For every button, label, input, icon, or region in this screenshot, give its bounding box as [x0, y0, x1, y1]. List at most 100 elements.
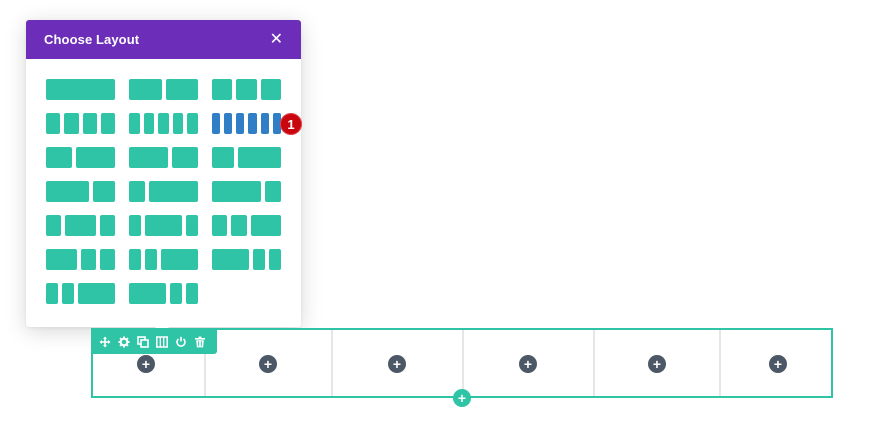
layout-column-block — [165, 79, 198, 100]
add-module-button[interactable]: + — [769, 355, 787, 373]
layout-column-block — [76, 147, 115, 168]
close-icon[interactable]: ✕ — [270, 31, 283, 48]
layout-option-layout-1-5-3-5-1-5[interactable] — [129, 215, 198, 236]
layout-column-block — [264, 181, 281, 202]
layout-column-block — [46, 147, 72, 168]
layout-column-block — [212, 79, 233, 100]
layout-column-block — [99, 215, 115, 236]
trash-icon[interactable] — [194, 336, 206, 348]
row-column[interactable]: + — [333, 330, 464, 396]
add-module-button[interactable]: + — [388, 355, 406, 373]
layout-column-block — [145, 215, 182, 236]
add-row-button[interactable]: + — [453, 389, 471, 407]
layout-option-layout-1-2-1-6-1-6[interactable] — [129, 283, 198, 304]
layout-column-block — [185, 283, 198, 304]
layout-column-block — [161, 249, 198, 270]
layout-option-layout-2-5-3-5[interactable] — [46, 147, 115, 168]
modal-header: Choose Layout ✕ — [26, 20, 301, 59]
row-column[interactable]: + — [595, 330, 721, 396]
layout-column-block — [64, 113, 79, 134]
layout-column-block — [65, 215, 96, 236]
layout-column-block — [212, 215, 228, 236]
add-module-button[interactable]: + — [648, 355, 666, 373]
layout-column-block — [260, 79, 281, 100]
layout-option-layout-1-4x4[interactable] — [46, 113, 115, 134]
layout-column-block — [93, 181, 115, 202]
move-icon[interactable] — [99, 336, 111, 348]
layout-column-block — [46, 249, 77, 270]
layout-column-block — [46, 79, 115, 100]
layout-column-block — [145, 249, 158, 270]
layout-option-layout-1-2-1-2[interactable] — [129, 79, 198, 100]
layout-column-block — [187, 113, 198, 134]
step-badge: 1 — [280, 113, 302, 135]
layout-column-block — [172, 113, 184, 134]
layout-column-block — [149, 181, 198, 202]
layout-column-block — [100, 113, 115, 134]
layout-column-block — [46, 215, 62, 236]
layout-option-layout-1-3-2-3[interactable] — [212, 147, 281, 168]
layout-column-block — [236, 79, 257, 100]
layout-column-block — [212, 113, 221, 134]
layout-option-layout-1-5x5[interactable] — [129, 113, 198, 134]
layout-column-block — [169, 283, 182, 304]
layout-column-block — [212, 147, 234, 168]
layout-column-block — [62, 283, 75, 304]
layout-column-block — [250, 215, 281, 236]
layout-option-layout-1-4-3-4[interactable] — [129, 181, 198, 202]
layout-column-block — [252, 249, 265, 270]
columns-icon[interactable] — [156, 335, 168, 348]
layout-column-block — [129, 215, 142, 236]
layout-column-block — [158, 113, 169, 134]
layout-option-layout-1-4-1-4-1-2[interactable] — [212, 215, 281, 236]
layout-column-block — [78, 283, 115, 304]
layout-column-block — [268, 249, 281, 270]
row-column[interactable]: + — [721, 330, 831, 396]
layout-column-block — [129, 113, 140, 134]
layout-column-block — [237, 147, 281, 168]
add-module-button[interactable]: + — [137, 355, 155, 373]
row-column[interactable]: + — [206, 330, 333, 396]
duplicate-icon[interactable] — [137, 335, 149, 348]
layout-column-block — [143, 113, 155, 134]
layout-option-layout-1-6-1-6-1-2[interactable] — [46, 283, 115, 304]
add-module-button[interactable]: + — [259, 355, 277, 373]
layout-option-layout-1-3x3[interactable] — [212, 79, 281, 100]
layout-column-block — [80, 249, 96, 270]
layout-column-block — [46, 283, 59, 304]
layout-column-block — [99, 249, 115, 270]
layout-option-layout-1-5-1-5-3-5[interactable] — [129, 249, 198, 270]
layout-column-block — [129, 147, 168, 168]
gear-icon[interactable] — [118, 336, 130, 348]
row-column[interactable]: + — [464, 330, 595, 396]
layout-column-block — [212, 249, 249, 270]
layout-option-layout-1-2-1-4-1-4[interactable] — [46, 249, 115, 270]
choose-layout-modal: Choose Layout ✕ — [26, 20, 301, 327]
layout-column-block — [129, 181, 146, 202]
layout-column-block — [172, 147, 198, 168]
layout-option-layout-1[interactable] — [46, 79, 115, 100]
layout-column-block — [129, 249, 142, 270]
layout-option-layout-1-6x6[interactable] — [212, 113, 281, 134]
layout-column-block — [82, 113, 97, 134]
layout-column-block — [260, 113, 269, 134]
layout-option-layout-3-5-1-5-1-5[interactable] — [212, 249, 281, 270]
layout-column-block — [248, 113, 257, 134]
power-icon[interactable] — [175, 336, 187, 348]
layout-column-block — [185, 215, 198, 236]
modal-title: Choose Layout — [44, 32, 140, 47]
layout-column-block — [129, 79, 162, 100]
row-toolbar — [91, 329, 217, 354]
layout-option-layout-3-4-1-4[interactable] — [212, 181, 281, 202]
layout-column-block — [129, 283, 166, 304]
layout-column-block — [212, 181, 261, 202]
layout-option-layout-3-5-2-5[interactable] — [129, 147, 198, 168]
layout-option-layout-1-4-1-2-1-4[interactable] — [46, 215, 115, 236]
layout-column-block — [231, 215, 247, 236]
layout-column-block — [224, 113, 233, 134]
layout-option-layout-2-3-1-3[interactable] — [46, 181, 115, 202]
add-module-button[interactable]: + — [519, 355, 537, 373]
layout-column-block — [46, 181, 90, 202]
layout-column-block — [46, 113, 61, 134]
layout-column-block — [236, 113, 245, 134]
